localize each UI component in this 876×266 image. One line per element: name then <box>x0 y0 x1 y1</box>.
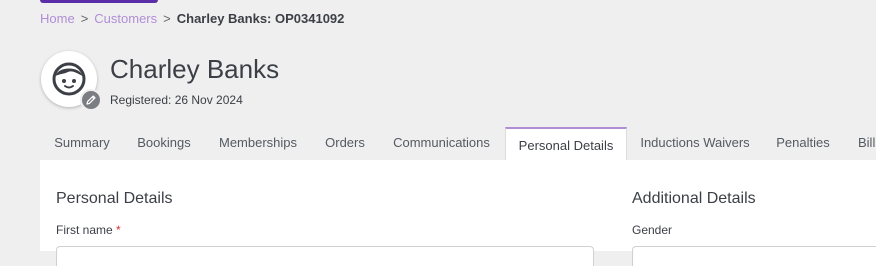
required-marker: * <box>116 223 121 237</box>
tab-summary[interactable]: Summary <box>40 127 124 160</box>
personal-details-panel: Personal Details First name * Additional… <box>40 160 876 266</box>
tab-bookings[interactable]: Bookings <box>124 127 204 160</box>
first-name-label-text: First name <box>56 223 113 237</box>
registered-date: Registered: 26 Nov 2024 <box>110 93 243 107</box>
first-name-label: First name * <box>56 223 121 238</box>
tab-orders[interactable]: Orders <box>312 127 378 160</box>
personal-details-heading: Personal Details <box>56 190 173 207</box>
tab-communications[interactable]: Communications <box>378 127 505 160</box>
breadcrumb-current: Charley Banks: OP0341092 <box>176 11 345 26</box>
pencil-icon <box>86 95 96 105</box>
breadcrumb-separator: > <box>80 11 89 26</box>
tab-personal-details[interactable]: Personal Details <box>505 127 627 161</box>
first-name-field[interactable] <box>56 246 594 266</box>
top-accent-bar <box>40 0 158 3</box>
tab-bar: Summary Bookings Memberships Orders Comm… <box>40 127 876 161</box>
additional-details-heading: Additional Details <box>632 190 756 207</box>
breadcrumb-separator: > <box>163 11 171 26</box>
customer-name: Charley Banks <box>110 54 280 84</box>
tab-bill[interactable]: Bill <box>843 127 876 160</box>
breadcrumb-customers-link[interactable]: Customers <box>94 11 157 26</box>
tab-inductions-waivers[interactable]: Inductions Waivers <box>627 127 763 160</box>
edit-avatar-button[interactable] <box>80 89 102 111</box>
breadcrumb-home-link[interactable]: Home <box>40 11 75 26</box>
breadcrumb: Home > Customers > Charley Banks: OP0341092 <box>40 11 344 27</box>
tab-memberships[interactable]: Memberships <box>204 127 312 160</box>
gender-label: Gender <box>632 223 673 237</box>
gender-select[interactable] <box>632 246 876 266</box>
tab-penalties[interactable]: Penalties <box>763 127 843 160</box>
